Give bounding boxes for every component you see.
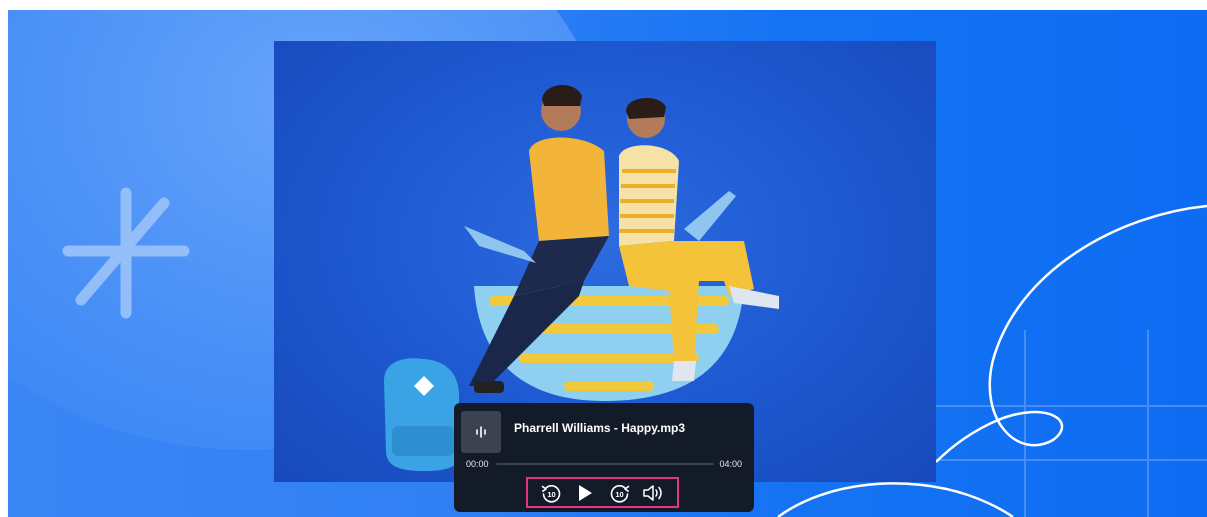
- hero-background: Pharrell Williams - Happy.mp3 00:00 04:0…: [8, 10, 1207, 517]
- play-icon: [579, 484, 593, 501]
- playback-controls: 10 10: [526, 477, 679, 508]
- rewind-seconds-label: 10: [547, 490, 555, 499]
- current-time: 00:00: [466, 459, 489, 469]
- audio-waveform-icon: [476, 426, 486, 438]
- forward-10-button[interactable]: 10: [607, 480, 633, 506]
- progress-bar[interactable]: [496, 463, 714, 465]
- track-title: Pharrell Williams - Happy.mp3: [514, 421, 686, 435]
- volume-button[interactable]: [641, 480, 667, 506]
- volume-icon: [643, 484, 662, 501]
- track-thumbnail: [461, 411, 501, 453]
- rewind-10-button[interactable]: 10: [538, 480, 564, 506]
- forward-10-icon: 10: [610, 484, 629, 503]
- play-button[interactable]: [572, 480, 598, 506]
- audio-player: Pharrell Williams - Happy.mp3 00:00 04:0…: [454, 403, 754, 512]
- rewind-10-icon: 10: [541, 484, 561, 503]
- duration: 04:00: [719, 459, 742, 469]
- forward-seconds-label: 10: [615, 490, 623, 499]
